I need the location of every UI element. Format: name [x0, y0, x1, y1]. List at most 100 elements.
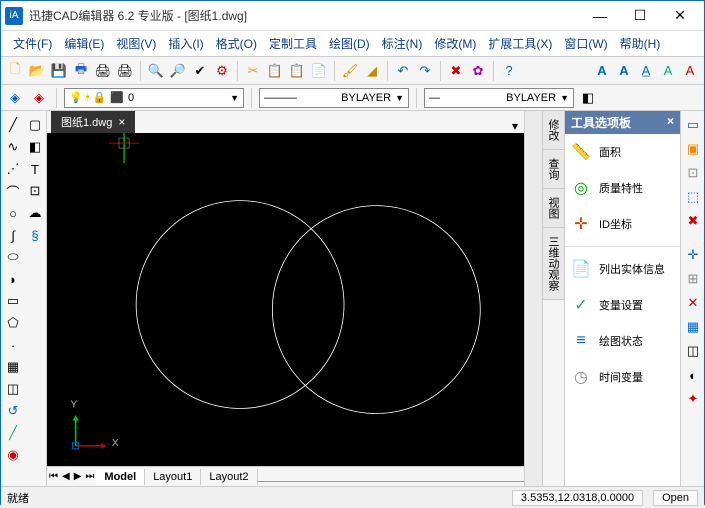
close-button[interactable]: ✕ [660, 2, 700, 30]
text-a1-icon[interactable]: A [592, 61, 612, 81]
sidetab-query[interactable]: 查询 [543, 150, 564, 189]
menu-item-7[interactable]: 标注(N) [378, 33, 427, 54]
ray-icon[interactable]: ↺ [3, 401, 23, 421]
spline-icon[interactable]: ∫ [3, 225, 23, 245]
tool-icon[interactable]: ⚙ [212, 61, 232, 81]
save-icon[interactable]: 💾 [49, 61, 69, 81]
cut-icon[interactable]: ✂ [243, 61, 263, 81]
insert-icon[interactable]: ◧ [25, 137, 45, 157]
menu-item-2[interactable]: 视图(V) [112, 33, 160, 54]
menu-item-3[interactable]: 插入(I) [164, 33, 207, 54]
color-btn[interactable]: ◧ [578, 88, 598, 108]
earc-icon[interactable]: ◗ [3, 269, 23, 289]
scale-icon[interactable]: ⬚ [683, 187, 703, 207]
rotate-icon[interactable]: ⊡ [683, 163, 703, 183]
mirror-icon[interactable]: ✖ [683, 211, 703, 231]
mline-icon[interactable]: ⋰ [3, 159, 23, 179]
cloud-icon[interactable]: ☁ [25, 203, 45, 223]
drawing-canvas[interactable]: X Y [47, 133, 524, 466]
palette-item-4[interactable]: ✓变量设置 [565, 287, 680, 323]
copy-icon[interactable]: 📋 [265, 61, 285, 81]
menu-item-4[interactable]: 格式(O) [212, 33, 261, 54]
layout-tab-2[interactable]: Layout2 [201, 469, 257, 485]
text-ar-icon[interactable]: A [680, 61, 700, 81]
menu-item-6[interactable]: 绘图(D) [325, 33, 374, 54]
delete-icon[interactable]: ✖ [446, 61, 466, 81]
menu-item-5[interactable]: 定制工具 [265, 33, 321, 54]
settings-icon[interactable]: ✿ [468, 61, 488, 81]
redo-icon[interactable]: ↷ [415, 61, 435, 81]
layout-next[interactable]: ▶ [72, 471, 84, 482]
palette-item-2[interactable]: ✛ID坐标 [565, 206, 680, 242]
text-ac-icon[interactable]: A [658, 61, 678, 81]
doc-tab-arrow[interactable]: ▾ [506, 119, 524, 133]
region-icon[interactable]: ◫ [3, 379, 23, 399]
menu-item-8[interactable]: 修改(M) [430, 33, 480, 54]
text-as-icon[interactable]: A̲ [636, 61, 656, 81]
find-icon[interactable]: 🔍 [146, 61, 166, 81]
point-icon[interactable]: · [3, 335, 23, 355]
layout-prev[interactable]: ◀ [60, 471, 72, 482]
paste-icon[interactable]: 📋 [287, 61, 307, 81]
hatch-icon[interactable]: ▦ [3, 357, 23, 377]
sketch-icon[interactable]: § [25, 225, 45, 245]
arc-icon[interactable]: ⌒ [3, 181, 23, 201]
offset-icon[interactable]: ◫ [683, 341, 703, 361]
palette-item-1[interactable]: ◎质量特性 [565, 170, 680, 206]
menu-item-11[interactable]: 帮助(H) [616, 33, 665, 54]
donut-icon[interactable]: ◉ [3, 445, 23, 465]
menu-item-0[interactable]: 文件(F) [9, 33, 56, 54]
menu-item-9[interactable]: 扩展工具(X) [484, 33, 556, 54]
ellipse-icon[interactable]: ⬭ [3, 247, 23, 267]
poly-icon[interactable]: ⬠ [3, 313, 23, 333]
new-icon[interactable]: 🗋 [5, 61, 25, 81]
layers-icon[interactable]: ◈ [29, 88, 49, 108]
menu-item-1[interactable]: 编辑(E) [60, 33, 108, 54]
layout-tab-1[interactable]: Layout1 [145, 469, 201, 485]
lweight-combo[interactable]: —BYLAYER▼ [424, 88, 574, 108]
sidetab-modify[interactable]: 修改 [543, 111, 564, 150]
wipe-icon[interactable]: ⊡ [25, 181, 45, 201]
print-icon[interactable]: 🖨 [93, 61, 113, 81]
pline-icon[interactable]: ∿ [3, 137, 23, 157]
rect-icon[interactable]: ▭ [3, 291, 23, 311]
xline-icon[interactable]: ╱ [3, 423, 23, 443]
open-icon[interactable]: 📂 [27, 61, 47, 81]
array-icon[interactable]: ▦ [683, 317, 703, 337]
spellcheck-icon[interactable]: ✔ [190, 61, 210, 81]
block-icon[interactable]: ▢ [25, 115, 45, 135]
layout-last[interactable]: ⏭ [83, 471, 96, 482]
help-icon[interactable]: ? [499, 61, 519, 81]
maximize-button[interactable]: ☐ [620, 2, 660, 30]
trim-icon[interactable]: ✛ [683, 245, 703, 265]
brush-icon[interactable]: 🖌 [340, 61, 360, 81]
status-open[interactable]: Open [653, 490, 698, 506]
doc-tab[interactable]: 图纸1.dwg × [51, 111, 135, 133]
preview-icon[interactable]: 🖨 [115, 61, 135, 81]
eraser-icon[interactable]: ◢ [362, 61, 382, 81]
sidetab-view[interactable]: 视图 [543, 189, 564, 228]
undo-icon[interactable]: ↶ [393, 61, 413, 81]
line-icon[interactable]: ╱ [3, 115, 23, 135]
doc-tab-close[interactable]: × [118, 115, 125, 129]
circle-icon[interactable]: ○ [3, 203, 23, 223]
zoom-icon[interactable]: 🔎 [168, 61, 188, 81]
move-icon[interactable]: ▭ [683, 115, 703, 135]
saveall-icon[interactable]: 🖶 [71, 61, 91, 81]
layout-first[interactable]: ⏮ [47, 471, 60, 482]
minimize-button[interactable]: — [580, 2, 620, 30]
ltype-combo[interactable]: ———BYLAYER▼ [259, 88, 409, 108]
text-icon[interactable]: T [25, 159, 45, 179]
palette-item-6[interactable]: ◷时间变量 [565, 359, 680, 395]
extend-icon[interactable]: ⊞ [683, 269, 703, 289]
fillet-icon[interactable]: ◐ [683, 365, 703, 385]
explode-icon[interactable]: ✦ [683, 389, 703, 409]
palette-item-5[interactable]: ≡绘图状态 [565, 323, 680, 359]
layer-icon[interactable]: ◈ [5, 88, 25, 108]
menu-item-10[interactable]: 窗口(W) [560, 33, 611, 54]
vertical-scrollbar[interactable] [524, 111, 542, 486]
palette-item-3[interactable]: 📄列出实体信息 [565, 251, 680, 287]
copy2-icon[interactable]: ▣ [683, 139, 703, 159]
clipboard-icon[interactable]: 📄 [309, 61, 329, 81]
palette-item-0[interactable]: 📏面积 [565, 134, 680, 170]
